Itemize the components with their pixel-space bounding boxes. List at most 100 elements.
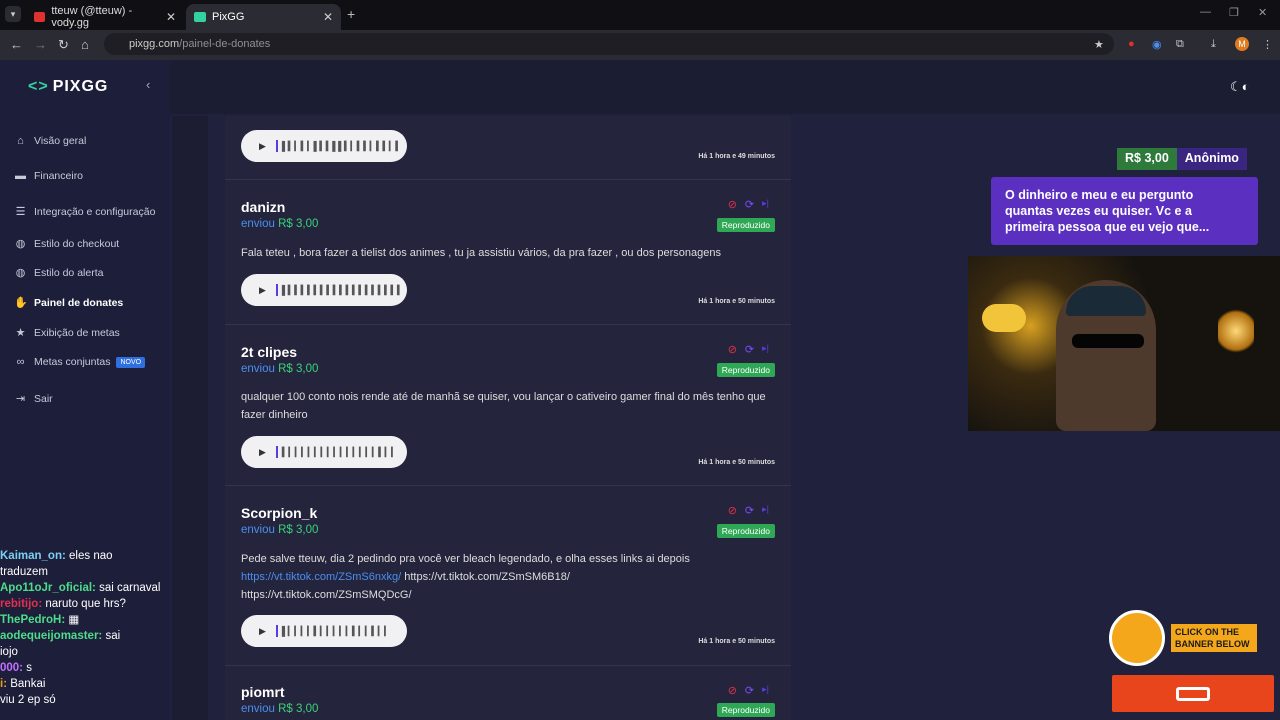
donation-sent: enviou R$ 3,00 [241,524,319,536]
sidebar-item-visao-geral[interactable]: ⌂ Visão geral [14,135,86,147]
browser-tab-vody[interactable]: tteuw (@tteuw) - vody.gg ✕ [26,4,184,30]
reload-icon[interactable]: ↻ [58,37,69,53]
pixgg-logo-icon: <> [28,78,49,95]
top-bar [170,60,1280,114]
sidebar-item-sair[interactable]: ⇥ Sair [14,392,53,406]
address-bar[interactable]: pixgg.com/painel-de-donates [104,33,1114,55]
content-gutter [172,116,208,720]
skip-icon[interactable]: ▸| [762,504,769,517]
palette-icon: ◍ [15,238,26,250]
collapse-sidebar-icon[interactable]: ‹ [146,77,150,92]
home-icon[interactable]: ⌂ [81,37,89,52]
chat-line: 000: s [0,662,32,674]
block-icon[interactable]: ⊘ [728,504,737,517]
profile-avatar[interactable]: M [1235,37,1249,51]
back-icon[interactable]: ← [10,37,23,52]
play-icon[interactable]: ▶ [259,626,266,637]
chat-line: rebitijo: naruto que hrs? [0,598,126,610]
tab-search-icon[interactable]: ▾ [5,6,21,22]
audio-player[interactable]: ▶ ▌▍▎▍▎▌▍▍▌▌▍▎▍▍▎▍▍▎▍ [241,130,407,162]
sidebar-item-integracao[interactable]: ☰ Integração e configuração [14,205,156,219]
promo-button[interactable] [1112,675,1274,712]
alert-amount: R$ 3,00 [1117,148,1177,170]
donation-time: Há 1 hora e 50 minutos [698,638,775,645]
donation-actions: ⊘ ⟳ ▸| [728,343,769,356]
sidebar-item-estilo-alerta[interactable]: ◍ Estilo do alerta [14,266,104,280]
audio-player[interactable]: ▶ ▍▎▎▎▎▎▎▎▎▎▎▎▎▎▎▍▎▎ [241,436,407,468]
skip-icon[interactable]: ▸| [762,684,769,697]
donation-card: 2t clipes enviou R$ 3,00 ⊘ ⟳ ▸| Reproduzid… [225,325,791,486]
browser-tab-strip: ▾ tteuw (@tteuw) - vody.gg ✕ PixGG ✕ + —… [0,0,1280,30]
donation-time: Há 1 hora e 50 minutos [698,459,775,466]
stream-chat: Kaiman_on: eles nao traduzem Apo11oJr_of… [0,548,170,708]
donation-message: qualquer 100 conto nois rende até de man… [241,391,766,421]
donation-sent: enviou R$ 3,00 [241,218,319,230]
sidebar-item-estilo-checkout[interactable]: ◍ Estilo do checkout [14,237,120,251]
audio-player[interactable]: ▶ ▌▎▎▎▎▍▎▎▎▎▎▍▎▎▍▎▎ [241,615,407,647]
palette-icon: ◍ [15,267,26,279]
minimize-icon[interactable]: — [1200,6,1211,18]
replay-icon[interactable]: ⟳ [745,343,754,356]
waveform: ▍▎▎▎▎▎▎▎▎▎▎▎▎▎▎▍▎▎ [281,446,398,457]
play-icon[interactable]: ▶ [259,285,266,296]
chat-line: aodequeijomaster: sai [0,630,121,642]
url-path: /painel-de-donates [179,38,271,50]
webcam-feed [968,256,1280,431]
new-tab-icon[interactable]: + [347,6,355,22]
extensions-puzzle-icon[interactable]: ⧉ [1176,38,1184,51]
restore-icon[interactable]: ❐ [1229,6,1239,19]
replay-icon[interactable]: ⟳ [745,504,754,517]
message-link[interactable]: https://vt.tiktok.com/ZSmSM6B18/ [404,571,570,583]
sunglasses [1072,334,1144,348]
sidebar-item-metas-conjuntas[interactable]: ∞ Metas conjuntas NOVO [14,356,146,368]
status-badge: Reproduzido [716,703,775,717]
pixgg-logo[interactable]: <> PIXGG [28,78,108,96]
skip-icon[interactable]: ▸| [762,343,769,356]
sidebar-item-painel-donates[interactable]: ✋ Painel de donates [14,296,123,310]
close-window-icon[interactable]: ✕ [1258,6,1267,19]
block-icon[interactable]: ⊘ [728,684,737,697]
alert-header: R$ 3,00 Anônimo [1117,148,1247,170]
donation-time: Há 1 hora e 49 minutos [698,153,775,160]
donor-name: Scorpion_k [241,505,318,521]
menu-kebab-icon[interactable]: ⋮ [1262,38,1273,51]
bookmark-star-icon[interactable]: ★ [1094,38,1104,51]
donation-card: ▶ ▌▍▎▍▎▌▍▍▌▌▍▎▍▍▎▍▍▎▍ Há 1 hora e 49 minu… [225,116,791,180]
block-icon[interactable]: ⊘ [728,198,737,211]
extension-icon[interactable]: ● [1128,38,1135,50]
close-tab-icon[interactable]: ✕ [166,10,176,24]
forward-icon[interactable]: → [34,37,47,52]
hand-coin-icon: ✋ [14,297,28,309]
replay-icon[interactable]: ⟳ [745,684,754,697]
block-icon[interactable]: ⊘ [728,343,737,356]
donor-name: danizn [241,199,286,215]
donation-time: Há 1 hora e 50 minutos [698,298,775,305]
message-link[interactable]: https://vt.tiktok.com/ZSmSMQDcG/ [241,589,412,601]
donation-card: danizn enviou R$ 3,00 ⊘ ⟳ ▸| Reproduzido F… [225,180,791,325]
extension-icon[interactable]: ◉ [1152,38,1162,51]
status-badge: Reproduzido [716,218,775,232]
banner-text: CLICK ON THE BANNER BELOW [1171,624,1257,652]
wallet-icon: ▬ [15,170,26,182]
promo-banner[interactable]: CLICK ON THE BANNER BELOW [1105,608,1265,668]
sidebar-item-exibicao-metas[interactable]: ★ Exibição de metas [14,326,120,340]
donor-name: 2t clipes [241,344,298,360]
controller-icon [1176,686,1210,701]
theme-toggle-icon[interactable]: ☾◐ [1230,79,1250,95]
download-icon[interactable]: ⤓ [1211,38,1216,51]
browser-tab-pixgg[interactable]: PixGG ✕ [186,4,341,30]
play-icon[interactable]: ▶ [259,141,266,152]
donor-name: piomrt [241,684,285,700]
sidebar-item-financeiro[interactable]: ▬ Financeiro [14,170,83,182]
play-icon[interactable]: ▶ [259,447,266,458]
message-link[interactable]: https://vt.tiktok.com/ZSmS6nxkg/ [241,571,401,583]
close-tab-icon[interactable]: ✕ [323,10,333,24]
lamp [982,304,1026,332]
home-icon: ⌂ [17,135,24,147]
donation-message: Fala teteu , bora fazer a tielist dos an… [241,247,721,259]
audio-player[interactable]: ▶ ▌▍▍▍▍▍▍▍▍▍▍▍▍▍▍▍▍▍▍ [241,274,407,306]
chat-line: traduzem [0,566,48,578]
donation-card: piomrt enviou R$ 3,00 ⊘ ⟳ ▸| Reproduzido [225,666,791,720]
skip-icon[interactable]: ▸| [762,198,769,211]
replay-icon[interactable]: ⟳ [745,198,754,211]
